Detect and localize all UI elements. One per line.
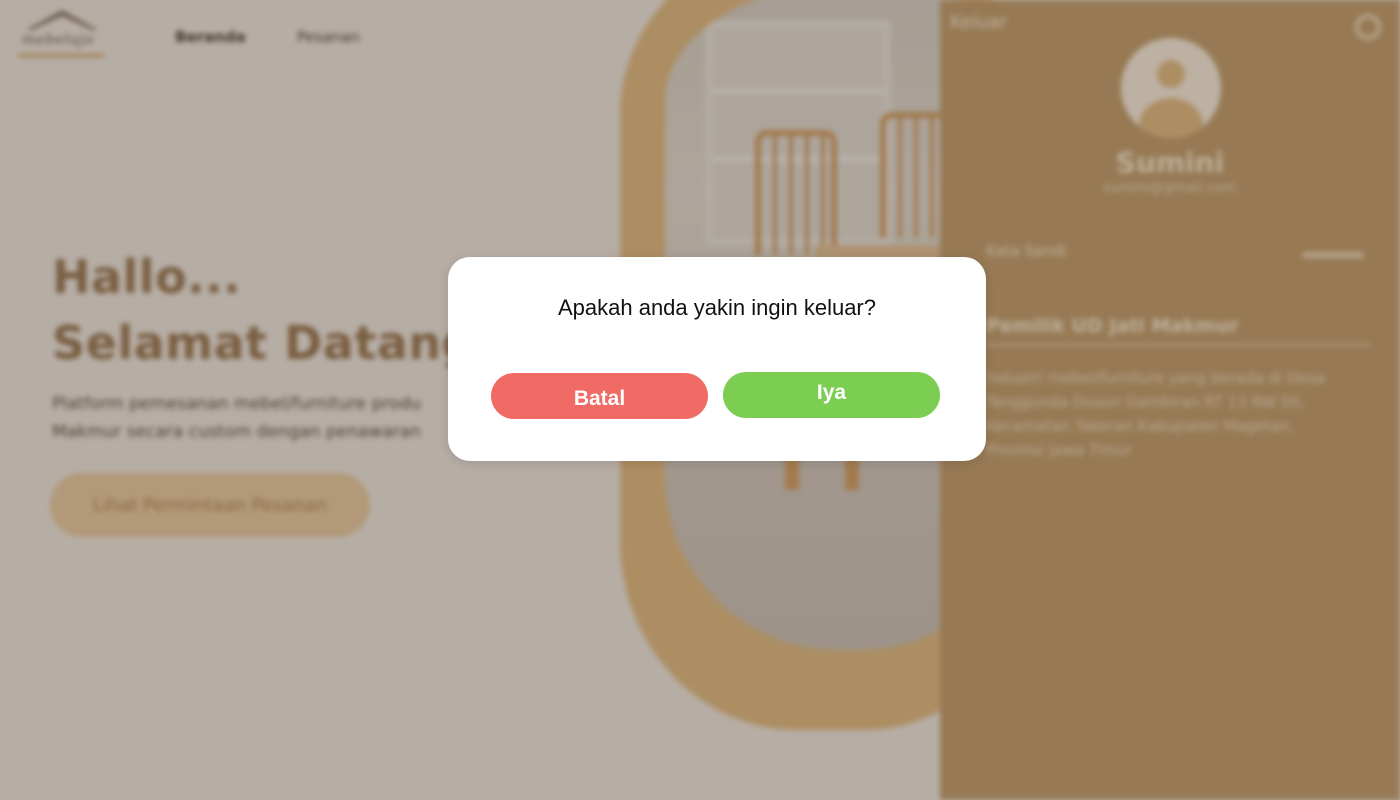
confirm-button[interactable]: Iya <box>723 372 940 418</box>
logout-confirm-dialog: Apakah anda yakin ingin keluar? Batal Iy… <box>448 257 986 461</box>
cancel-button[interactable]: Batal <box>491 373 708 419</box>
dialog-question: Apakah anda yakin ingin keluar? <box>557 295 876 320</box>
